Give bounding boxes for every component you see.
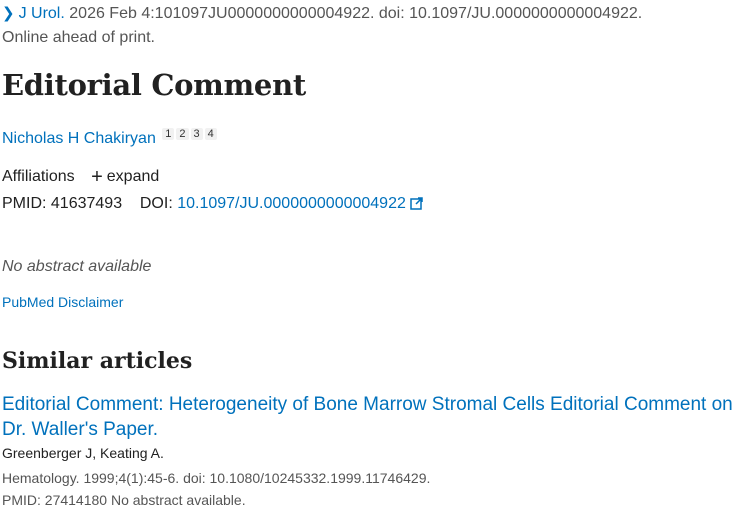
- affiliation-sup-2[interactable]: 2: [176, 128, 189, 140]
- citation-line: ❯ J Urol. 2026 Feb 4:101097JU000000000000…: [2, 4, 642, 23]
- doi-value: 10.1097/JU.0000000000004922: [177, 195, 406, 212]
- similar-article-authors: Greenberger J, Keating A.: [2, 445, 164, 461]
- similar-article-title-link[interactable]: Editorial Comment: Heterogeneity of Bone…: [2, 392, 750, 442]
- identifiers-row: PMID: 41637493 DOI: 10.1097/JU.000000000…: [2, 195, 423, 213]
- affiliation-sup-4[interactable]: 4: [204, 128, 217, 140]
- citation-details: 2026 Feb 4:101097JU0000000000004922. doi…: [69, 5, 643, 22]
- journal-link[interactable]: J Urol.: [19, 5, 65, 22]
- doi-label: DOI:: [139, 195, 173, 212]
- plus-icon: +: [91, 166, 103, 188]
- no-abstract-note: No abstract available: [2, 258, 152, 275]
- page-title: Editorial Comment: [2, 68, 306, 102]
- expand-affiliations-button[interactable]: + expand: [79, 166, 160, 188]
- pmid-label: PMID:: [2, 195, 47, 212]
- chevron-right-icon[interactable]: ❯: [2, 5, 15, 22]
- affiliations-label: Affiliations: [2, 168, 75, 185]
- publication-status: Online ahead of print.: [2, 29, 155, 46]
- affiliations-row: Affiliations + expand: [2, 166, 159, 189]
- author-link[interactable]: Nicholas H Chakiryan: [2, 130, 156, 147]
- similar-articles-heading: Similar articles: [2, 348, 193, 374]
- similar-article-citation: Hematology. 1999;4(1):45-6. doi: 10.1080…: [2, 470, 431, 486]
- external-link-icon: [410, 197, 423, 210]
- authors-list: Nicholas H Chakiryan 1234: [2, 128, 217, 148]
- expand-label: expand: [106, 168, 160, 185]
- affiliation-sup-3[interactable]: 3: [190, 128, 203, 140]
- affiliation-sup-1[interactable]: 1: [162, 128, 175, 140]
- pubmed-disclaimer-link[interactable]: PubMed Disclaimer: [2, 294, 123, 310]
- similar-article-next-line: PMID: 27414180 No abstract available.: [2, 492, 246, 508]
- doi-link[interactable]: 10.1097/JU.0000000000004922: [177, 195, 423, 212]
- pmid-value: 41637493: [50, 195, 123, 212]
